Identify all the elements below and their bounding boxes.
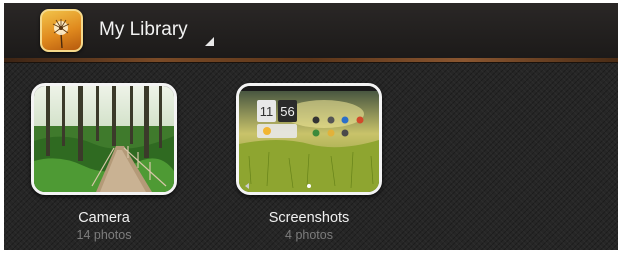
- album-thumbnail-camera[interactable]: [31, 83, 177, 195]
- wood-divider: [4, 58, 618, 63]
- clock-minutes-text: 56: [280, 104, 294, 119]
- action-bar: My Library: [4, 3, 618, 58]
- album-screenshots[interactable]: 11 56 Screenshots 4 photos: [236, 83, 382, 242]
- album-name: Camera: [78, 210, 130, 226]
- page-title: My Library: [99, 19, 188, 40]
- dropdown-corner-icon: [205, 37, 214, 46]
- forest-boardwalk-photo: [34, 86, 174, 192]
- album-count: 14 photos: [76, 228, 132, 242]
- library-screen: My Library Camera 14 photos 11 56 Screen…: [4, 3, 618, 250]
- album-count: 4 photos: [285, 228, 333, 242]
- dandelion-icon[interactable]: [40, 9, 83, 52]
- album-camera[interactable]: Camera 14 photos: [31, 83, 177, 242]
- album-name: Screenshots: [268, 210, 350, 226]
- clock-hours-text: 11: [260, 104, 274, 119]
- tablet-homescreen-screenshot: 11 56: [239, 86, 379, 192]
- library-selector[interactable]: My Library: [99, 17, 229, 47]
- album-thumbnail-screenshots[interactable]: 11 56: [236, 83, 382, 195]
